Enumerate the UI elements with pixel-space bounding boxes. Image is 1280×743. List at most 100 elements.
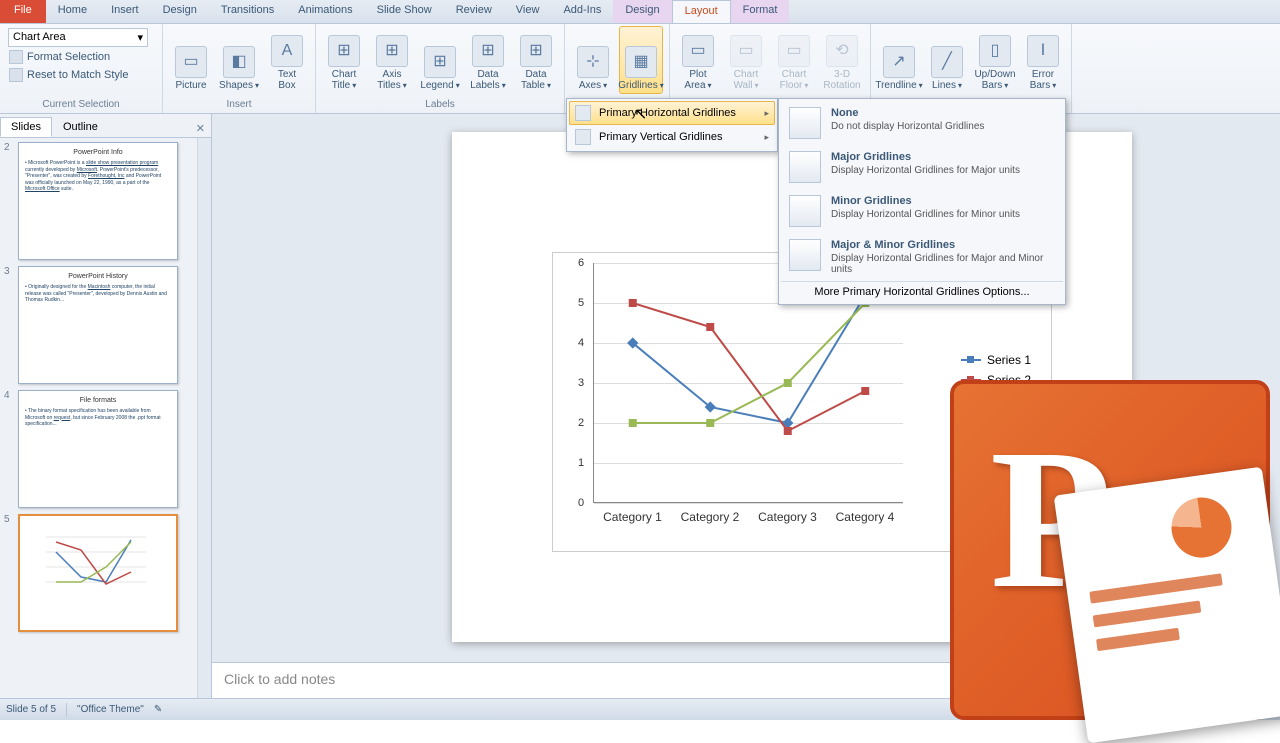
- chart-legend: Series 1Series 2Series 3: [961, 353, 1031, 413]
- group-current-selection: Chart Area▾ Format Selection Reset to Ma…: [0, 24, 163, 113]
- textbox-icon: A: [271, 35, 303, 67]
- slide-thumb[interactable]: 4File formats• The binary format specifi…: [4, 390, 193, 508]
- group-label: Insert: [169, 98, 309, 111]
- thumbnails-scrollbar[interactable]: [197, 138, 211, 698]
- option-major-minor-icon: [789, 239, 821, 271]
- spellcheck-icon[interactable]: ✎: [154, 704, 162, 715]
- panel-close-icon[interactable]: ✕: [190, 120, 211, 137]
- view-normal-button[interactable]: [1039, 702, 1057, 718]
- picture-button[interactable]: ▭Picture: [169, 26, 213, 94]
- chart-title-button[interactable]: ⊞Chart Title: [322, 26, 366, 94]
- tab-transitions[interactable]: Transitions: [209, 0, 286, 23]
- plot-area-icon: ▭: [682, 35, 714, 67]
- axis-titles-icon: ⊞: [376, 35, 408, 67]
- shapes-button[interactable]: ◧Shapes: [217, 26, 261, 94]
- data-labels-button[interactable]: ⊞Data Labels: [466, 26, 510, 94]
- tab-addins[interactable]: Add-Ins: [551, 0, 613, 23]
- axes-icon: ⊹: [577, 46, 609, 78]
- data-labels-icon: ⊞: [472, 35, 504, 67]
- picture-icon: ▭: [175, 46, 207, 78]
- vertical-gridlines-icon: [575, 129, 591, 145]
- slide-thumb[interactable]: 5: [4, 514, 193, 632]
- chart-title-icon: ⊞: [328, 35, 360, 67]
- shapes-icon: ◧: [223, 46, 255, 78]
- legend-button[interactable]: ⊞Legend: [418, 26, 462, 94]
- data-table-button[interactable]: ⊞Data Table: [514, 26, 558, 94]
- plot-area-button[interactable]: ▭Plot Area: [676, 26, 720, 94]
- chart-floor-button: ▭Chart Floor: [772, 26, 816, 94]
- option-none[interactable]: NoneDo not display Horizontal Gridlines: [781, 101, 1063, 145]
- lines-icon: ╱: [931, 46, 963, 78]
- zoom-slider[interactable]: [1161, 708, 1251, 711]
- fit-window-button[interactable]: ⛶: [1267, 704, 1274, 715]
- option-major-minor[interactable]: Major & Minor GridlinesDisplay Horizonta…: [781, 233, 1063, 281]
- legend-icon: ⊞: [424, 46, 456, 78]
- rotation-icon: ⟲: [826, 35, 858, 67]
- tab-view[interactable]: View: [504, 0, 552, 23]
- option-minor-icon: [789, 195, 821, 227]
- gridlines-menu: Primary Horizontal Gridlines▸ Primary Ve…: [566, 98, 778, 152]
- error-bars-icon: Ⅰ: [1027, 35, 1059, 67]
- view-slideshow-button[interactable]: [1096, 702, 1114, 718]
- format-selection-icon: [9, 50, 23, 64]
- reset-style-button[interactable]: Reset to Match Style: [8, 67, 130, 83]
- group-insert: ▭Picture ◧Shapes AText Box Insert: [163, 24, 316, 113]
- menu-horizontal-gridlines[interactable]: Primary Horizontal Gridlines▸: [569, 101, 775, 125]
- tab-file[interactable]: File: [0, 0, 46, 23]
- zoom-level[interactable]: 69%: [1124, 704, 1144, 715]
- axis-titles-button[interactable]: ⊞Axis Titles: [370, 26, 414, 94]
- slide-thumbnails: 2PowerPoint Info• Microsoft PowerPoint i…: [0, 138, 197, 698]
- group-label: Labels: [322, 98, 558, 111]
- chart-floor-icon: ▭: [778, 35, 810, 67]
- panel-tab-outline[interactable]: Outline: [52, 117, 109, 137]
- view-reading-button[interactable]: [1077, 702, 1095, 718]
- ribbon-tabs: File Home Insert Design Transitions Anim…: [0, 0, 1280, 24]
- horizontal-gridlines-icon: [575, 105, 591, 121]
- tab-insert[interactable]: Insert: [99, 0, 151, 23]
- lines-button[interactable]: ╱Lines: [925, 26, 969, 94]
- theme-name: "Office Theme": [77, 704, 144, 715]
- chart-wall-icon: ▭: [730, 35, 762, 67]
- option-major-icon: [789, 151, 821, 183]
- tab-chart-layout[interactable]: Layout: [672, 0, 731, 23]
- trendline-icon: ↗: [883, 46, 915, 78]
- tab-home[interactable]: Home: [46, 0, 99, 23]
- gridlines-icon: ▦: [625, 46, 657, 78]
- reset-style-icon: [9, 68, 23, 82]
- horizontal-gridlines-submenu: NoneDo not display Horizontal Gridlines …: [778, 98, 1066, 305]
- menu-vertical-gridlines[interactable]: Primary Vertical Gridlines▸: [569, 125, 775, 149]
- tab-animations[interactable]: Animations: [286, 0, 364, 23]
- gridlines-button[interactable]: ▦Gridlines: [619, 26, 663, 94]
- notes-pane[interactable]: Click to add notes: [212, 662, 1280, 698]
- chart-wall-button: ▭Chart Wall: [724, 26, 768, 94]
- view-sorter-button[interactable]: [1058, 702, 1076, 718]
- format-selection-button[interactable]: Format Selection: [8, 49, 111, 65]
- tab-review[interactable]: Review: [444, 0, 504, 23]
- chart-element-combo[interactable]: Chart Area▾: [8, 28, 148, 47]
- view-buttons: [1039, 702, 1114, 718]
- option-more[interactable]: More Primary Horizontal Gridlines Option…: [781, 281, 1063, 302]
- axes-button[interactable]: ⊹Axes: [571, 26, 615, 94]
- option-minor[interactable]: Minor GridlinesDisplay Horizontal Gridli…: [781, 189, 1063, 233]
- 3d-rotation-button: ⟲3-D Rotation: [820, 26, 864, 94]
- group-labels: ⊞Chart Title ⊞Axis Titles ⊞Legend ⊞Data …: [316, 24, 565, 113]
- slide-thumb[interactable]: 2PowerPoint Info• Microsoft PowerPoint i…: [4, 142, 193, 260]
- group-label: Current Selection: [6, 98, 156, 111]
- tab-chart-design[interactable]: Design: [613, 0, 671, 23]
- panel-tab-slides[interactable]: Slides: [0, 117, 52, 137]
- error-bars-button[interactable]: ⅠError Bars: [1021, 26, 1065, 94]
- tab-slideshow[interactable]: Slide Show: [365, 0, 444, 23]
- option-none-icon: [789, 107, 821, 139]
- slides-panel: Slides Outline ✕ 2PowerPoint Info• Micro…: [0, 114, 212, 698]
- zoom-in-button[interactable]: ⊕: [1255, 704, 1263, 715]
- status-bar: Slide 5 of 5 "Office Theme" ✎ 69% ⊖ ⊕ ⛶: [0, 698, 1280, 720]
- option-major[interactable]: Major GridlinesDisplay Horizontal Gridli…: [781, 145, 1063, 189]
- tab-chart-format[interactable]: Format: [731, 0, 790, 23]
- data-table-icon: ⊞: [520, 35, 552, 67]
- trendline-button[interactable]: ↗Trendline: [877, 26, 921, 94]
- zoom-out-button[interactable]: ⊖: [1148, 704, 1156, 715]
- textbox-button[interactable]: AText Box: [265, 26, 309, 94]
- slide-thumb[interactable]: 3PowerPoint History• Originally designed…: [4, 266, 193, 384]
- tab-design[interactable]: Design: [151, 0, 209, 23]
- updown-bars-button[interactable]: ▯Up/Down Bars: [973, 26, 1017, 94]
